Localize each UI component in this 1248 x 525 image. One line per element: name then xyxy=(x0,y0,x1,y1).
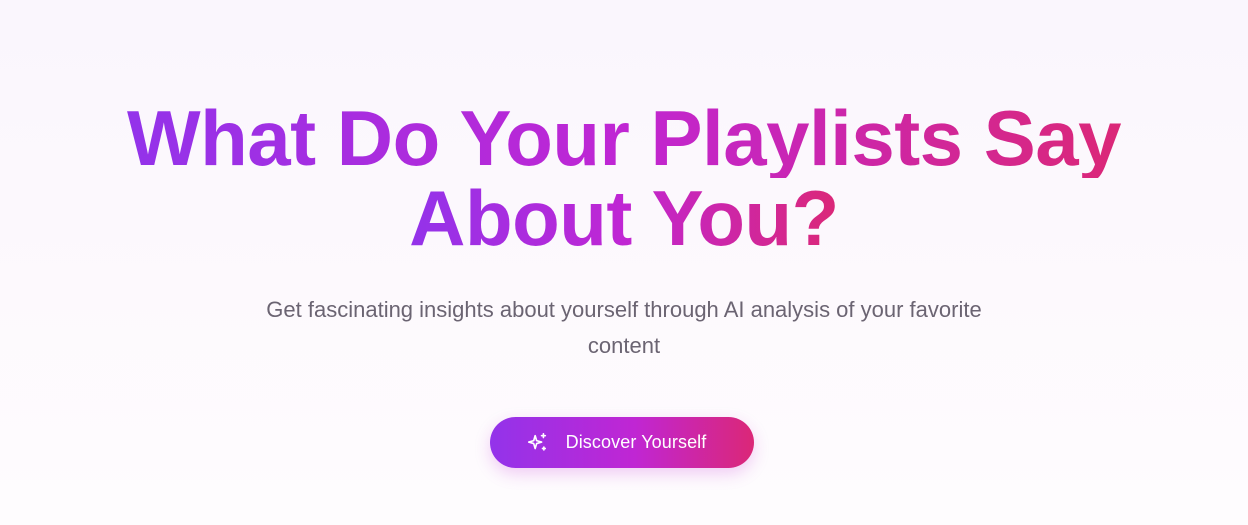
hero-subtitle: Get fascinating insights about yourself … xyxy=(266,297,982,358)
hero-section: What Do Your Playlists Say About You? Ge… xyxy=(0,0,1248,525)
discover-yourself-button[interactable]: Discover Yourself xyxy=(490,417,754,468)
headline-text-2: About You? xyxy=(409,174,839,262)
headline-text-1: What Do Your Playlists Say xyxy=(126,94,1122,182)
headline-line-2: About You? xyxy=(0,178,1248,258)
sparkles-icon xyxy=(526,432,548,454)
headline-line-1: What Do Your Playlists Say xyxy=(0,98,1248,178)
discover-yourself-label: Discover Yourself xyxy=(565,432,707,452)
hero-headline: What Do Your Playlists Say About You? xyxy=(0,98,1248,258)
